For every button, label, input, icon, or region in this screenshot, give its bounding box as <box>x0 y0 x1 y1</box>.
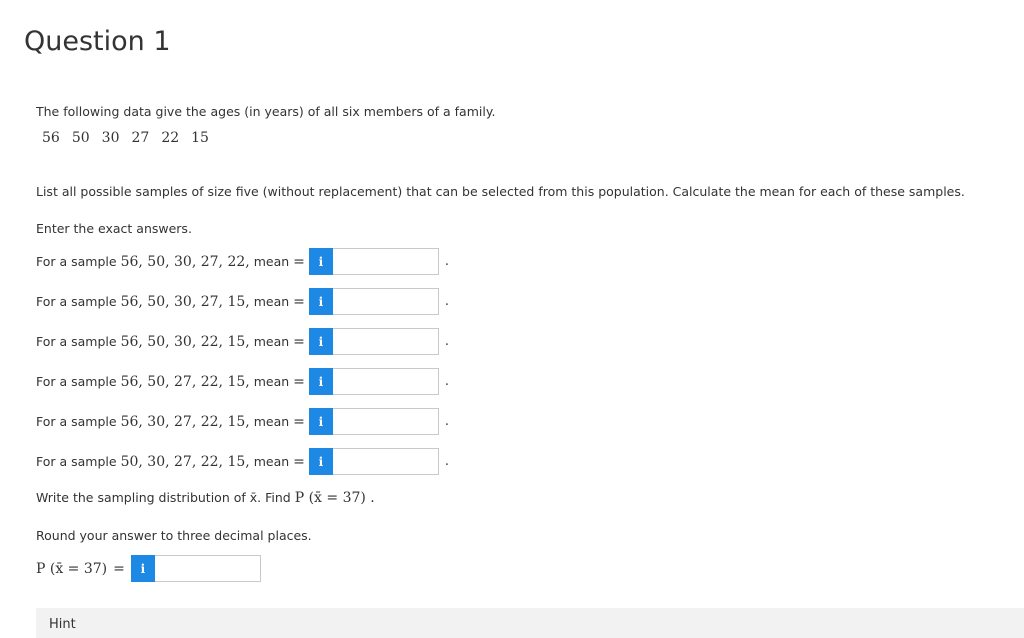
mean-answer-input[interactable] <box>332 248 439 275</box>
probability-row: P (x̄ = 37) = i <box>36 555 261 582</box>
ages-list: 56 50 30 27 22 15 <box>42 130 209 146</box>
period: . <box>444 374 450 389</box>
instruction-text: List all possible samples of size five (… <box>36 184 965 199</box>
sample-prefix: For a sample <box>36 414 117 429</box>
sampling-distribution-text: Write the sampling distribution of x̄. F… <box>36 484 375 511</box>
question-title: Question 1 <box>24 26 171 57</box>
sample-values: 56, 50, 30, 22, 15, <box>120 333 250 350</box>
mean-label: mean <box>253 254 290 269</box>
age-value: 56 <box>42 130 60 146</box>
hint-bar[interactable]: Hint <box>36 608 1024 638</box>
mean-answer-input[interactable] <box>332 368 439 395</box>
period: . <box>444 254 450 269</box>
age-value: 15 <box>191 130 209 146</box>
sample-prefix: For a sample <box>36 334 117 349</box>
sample-values: 50, 30, 27, 22, 15, <box>120 453 250 470</box>
equals-sign: = <box>113 560 125 577</box>
info-icon[interactable]: i <box>130 555 155 582</box>
sample-prefix: For a sample <box>36 294 117 309</box>
sample-values: 56, 30, 27, 22, 15, <box>120 413 250 430</box>
period: . <box>444 414 450 429</box>
mean-label: mean <box>253 334 290 349</box>
equals-sign: = <box>293 253 305 270</box>
probability-label: P (x̄ = 37) <box>36 560 108 577</box>
age-value: 27 <box>131 130 150 146</box>
hint-label[interactable]: Hint <box>49 617 76 632</box>
age-value: 50 <box>71 130 90 146</box>
probability-answer-input[interactable] <box>154 555 261 582</box>
info-icon[interactable]: i <box>308 248 333 275</box>
equals-sign: = <box>293 413 305 430</box>
intro-text: The following data give the ages (in yea… <box>36 104 496 119</box>
age-value: 30 <box>101 130 120 146</box>
equals-sign: = <box>293 453 305 470</box>
mean-answer-input[interactable] <box>332 408 439 435</box>
period: . <box>444 454 450 469</box>
sample-row-6: For a sample 50, 30, 27, 22, 15, mean = … <box>36 448 449 475</box>
info-icon[interactable]: i <box>308 328 333 355</box>
mean-answer-input[interactable] <box>332 448 439 475</box>
equals-sign: = <box>293 293 305 310</box>
mean-label: mean <box>253 294 290 309</box>
sample-row-2: For a sample 56, 50, 30, 27, 15, mean = … <box>36 288 449 315</box>
mean-label: mean <box>253 374 290 389</box>
sample-row-3: For a sample 56, 50, 30, 22, 15, mean = … <box>36 328 449 355</box>
mean-label: mean <box>253 414 290 429</box>
sample-prefix: For a sample <box>36 254 117 269</box>
equals-sign: = <box>293 373 305 390</box>
sample-values: 56, 50, 27, 22, 15, <box>120 373 250 390</box>
round-text: Round your answer to three decimal place… <box>36 528 312 543</box>
sample-row-5: For a sample 56, 30, 27, 22, 15, mean = … <box>36 408 449 435</box>
sample-prefix: For a sample <box>36 454 117 469</box>
probability-expression: P (x̄ = 37) . <box>294 489 375 506</box>
sample-row-4: For a sample 56, 50, 27, 22, 15, mean = … <box>36 368 449 395</box>
period: . <box>444 294 450 309</box>
mean-answer-input[interactable] <box>332 288 439 315</box>
info-icon[interactable]: i <box>308 368 333 395</box>
mean-answer-input[interactable] <box>332 328 439 355</box>
mean-label: mean <box>253 454 290 469</box>
sample-values: 56, 50, 30, 27, 22, <box>120 253 250 270</box>
equals-sign: = <box>293 333 305 350</box>
info-icon[interactable]: i <box>308 288 333 315</box>
info-icon[interactable]: i <box>308 408 333 435</box>
age-value: 22 <box>161 130 180 146</box>
sample-prefix: For a sample <box>36 374 117 389</box>
sampling-text: Write the sampling distribution of x̄. F… <box>36 490 291 505</box>
sample-row-1: For a sample 56, 50, 30, 27, 22, mean = … <box>36 248 449 275</box>
period: . <box>444 334 450 349</box>
sample-values: 56, 50, 30, 27, 15, <box>120 293 250 310</box>
info-icon[interactable]: i <box>308 448 333 475</box>
enter-exact-text: Enter the exact answers. <box>36 221 192 236</box>
